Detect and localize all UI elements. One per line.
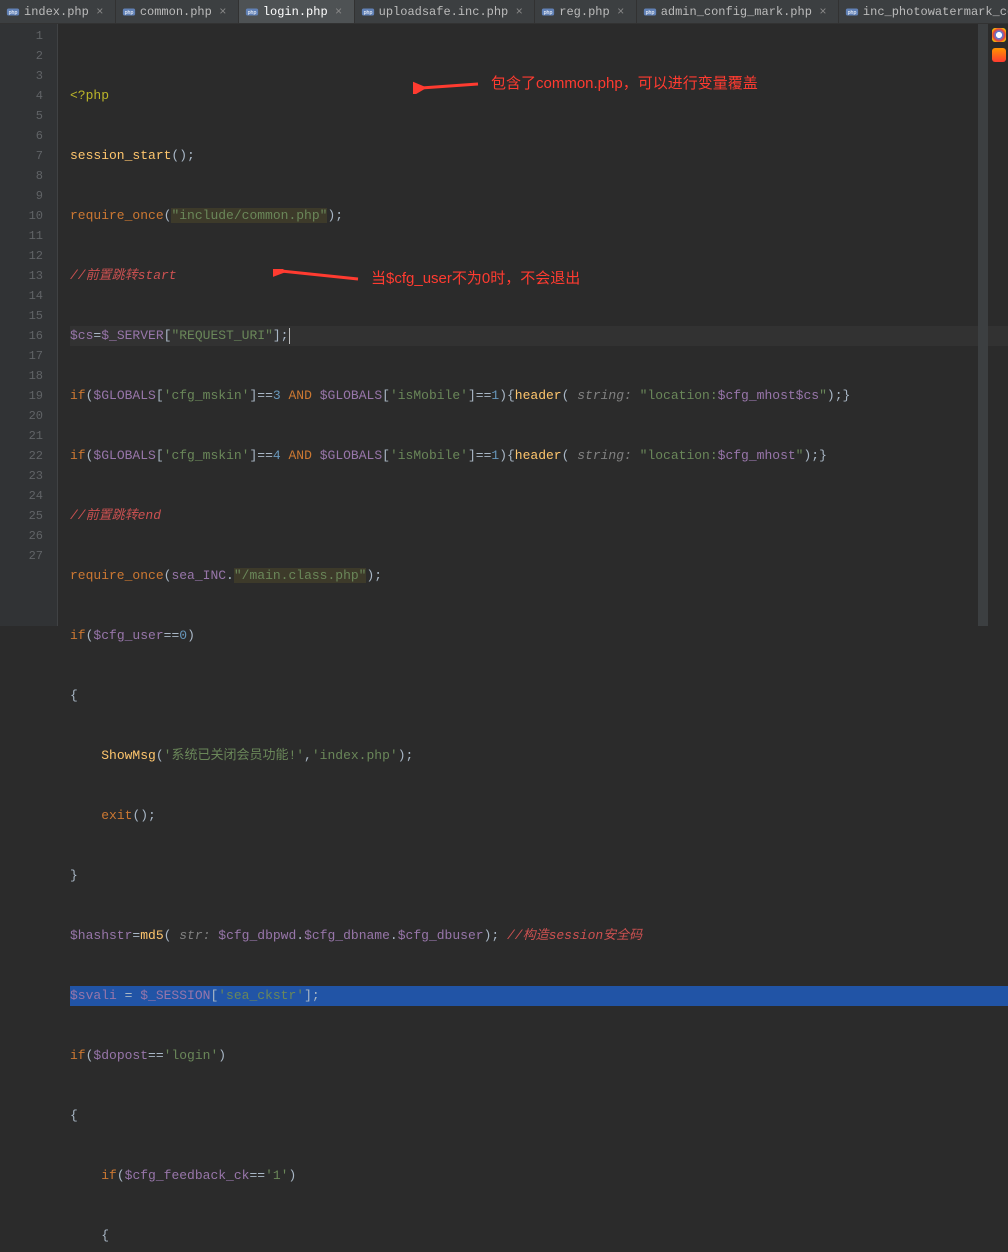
code-line-9[interactable]: require_once(sea_INC."/main.class.php"); [70, 566, 1008, 586]
gutter-line[interactable]: 9 [0, 186, 43, 206]
php-file-icon: php [245, 5, 259, 19]
editor-container: 1234567891011121314151617181920212223242… [0, 24, 1008, 626]
gutter-line[interactable]: 24 [0, 486, 43, 506]
code-line-1[interactable]: <?php [70, 86, 1008, 106]
gutter-line[interactable]: 4 [0, 86, 43, 106]
gutter-line[interactable]: 15 [0, 306, 43, 326]
gutter-line[interactable]: 1 [0, 26, 43, 46]
firefox-icon[interactable] [992, 48, 1006, 62]
gutter-line[interactable]: 10 [0, 206, 43, 226]
code-line-14[interactable]: } [70, 866, 1008, 886]
code-line-5[interactable]: $cs=$_SERVER["REQUEST_URI"]; [70, 326, 1008, 346]
svg-text:php: php [645, 9, 654, 15]
gutter-line[interactable]: 14 [0, 286, 43, 306]
svg-text:php: php [848, 9, 857, 15]
gutter-line[interactable]: 27 [0, 546, 43, 566]
gutter-line[interactable]: 19 [0, 386, 43, 406]
php-file-icon: php [643, 5, 657, 19]
tab-label: login.php [263, 5, 328, 19]
tab-admin-config-mark-php[interactable]: php admin_config_mark.php × [637, 0, 839, 24]
svg-text:php: php [544, 9, 553, 15]
gutter-line[interactable]: 20 [0, 406, 43, 426]
php-file-icon: php [541, 5, 555, 19]
code-line-20[interactable]: { [70, 1226, 1008, 1246]
close-icon[interactable]: × [514, 7, 524, 17]
gutter-line[interactable]: 12 [0, 246, 43, 266]
tab-label: admin_config_mark.php [661, 5, 812, 19]
gutter-line[interactable]: 6 [0, 126, 43, 146]
gutter-line[interactable]: 5 [0, 106, 43, 126]
close-icon[interactable]: × [818, 7, 828, 17]
gutter-line[interactable]: 13 [0, 266, 43, 286]
code-line-12[interactable]: ShowMsg('系统已关闭会员功能!','index.php'); [70, 746, 1008, 766]
close-icon[interactable]: × [334, 7, 344, 17]
tab-uploadsafe-inc-php[interactable]: php uploadsafe.inc.php × [355, 0, 536, 24]
gutter-line[interactable]: 22 [0, 446, 43, 466]
code-line-7[interactable]: if($GLOBALS['cfg_mskin']==4 AND $GLOBALS… [70, 446, 1008, 466]
code-line-10[interactable]: if($cfg_user==0) [70, 626, 1008, 646]
code-line-3[interactable]: require_once("include/common.php"); [70, 206, 1008, 226]
svg-text:php: php [247, 9, 256, 15]
gutter-line[interactable]: 26 [0, 526, 43, 546]
svg-text:php: php [9, 9, 18, 15]
php-file-icon: php [845, 5, 859, 19]
code-line-4[interactable]: //前置跳转start [70, 266, 1008, 286]
tab-label: reg.php [559, 5, 609, 19]
tab-label: uploadsafe.inc.php [379, 5, 509, 19]
tab-bar: php index.php × php common.php × php login.php ×… [0, 0, 1008, 24]
code-line-17[interactable]: if($dopost=='login') [70, 1046, 1008, 1066]
php-file-icon: php [361, 5, 375, 19]
code-line-18[interactable]: { [70, 1106, 1008, 1126]
tab-login-php[interactable]: php login.php × [239, 0, 355, 24]
svg-text:php: php [363, 9, 372, 15]
tab-inc-photowatermark-config-php[interactable]: phpinc_photowatermark_config.php× [839, 0, 1008, 24]
gutter-line[interactable]: 25 [0, 506, 43, 526]
tab-reg-php[interactable]: php reg.php × [535, 0, 636, 24]
php-file-icon: php [122, 5, 136, 19]
code-line-2[interactable]: session_start(); [70, 146, 1008, 166]
gutter-line[interactable]: 23 [0, 466, 43, 486]
gutter[interactable]: 1234567891011121314151617181920212223242… [0, 24, 58, 626]
gutter-line[interactable]: 21 [0, 426, 43, 446]
gutter-line[interactable]: 18 [0, 366, 43, 386]
gutter-line[interactable]: 3 [0, 66, 43, 86]
tab-index-php[interactable]: php index.php × [0, 0, 116, 24]
code-line-16[interactable]: $svali = $_SESSION['sea_ckstr']; [70, 986, 1008, 1006]
vertical-scrollbar[interactable] [978, 24, 988, 626]
close-icon[interactable]: × [616, 7, 626, 17]
gutter-line[interactable]: 8 [0, 166, 43, 186]
gutter-line[interactable]: 11 [0, 226, 43, 246]
gutter-line[interactable]: 16 [0, 326, 43, 346]
tab-label: common.php [140, 5, 212, 19]
code-line-8[interactable]: //前置跳转end [70, 506, 1008, 526]
code-line-6[interactable]: if($GLOBALS['cfg_mskin']==3 AND $GLOBALS… [70, 386, 1008, 406]
close-icon[interactable]: × [95, 7, 105, 17]
caret-icon [289, 328, 290, 344]
code-line-15[interactable]: $hashstr=md5( str: $cfg_dbpwd.$cfg_dbnam… [70, 926, 1008, 946]
code-line-13[interactable]: exit(); [70, 806, 1008, 826]
chrome-icon[interactable] [992, 28, 1006, 42]
gutter-line[interactable]: 17 [0, 346, 43, 366]
browser-preview-icons [990, 28, 1008, 62]
close-icon[interactable]: × [218, 7, 228, 17]
gutter-line[interactable]: 7 [0, 146, 43, 166]
php-file-icon: php [6, 5, 20, 19]
tab-label: inc_photowatermark_config.php [863, 5, 1008, 19]
tab-common-php[interactable]: php common.php × [116, 0, 239, 24]
code-line-11[interactable]: { [70, 686, 1008, 706]
gutter-line[interactable]: 2 [0, 46, 43, 66]
svg-text:php: php [124, 9, 133, 15]
tab-label: index.php [24, 5, 89, 19]
code-area[interactable]: <?php session_start(); require_once("inc… [58, 24, 1008, 626]
code-line-19[interactable]: if($cfg_feedback_ck=='1') [70, 1166, 1008, 1186]
